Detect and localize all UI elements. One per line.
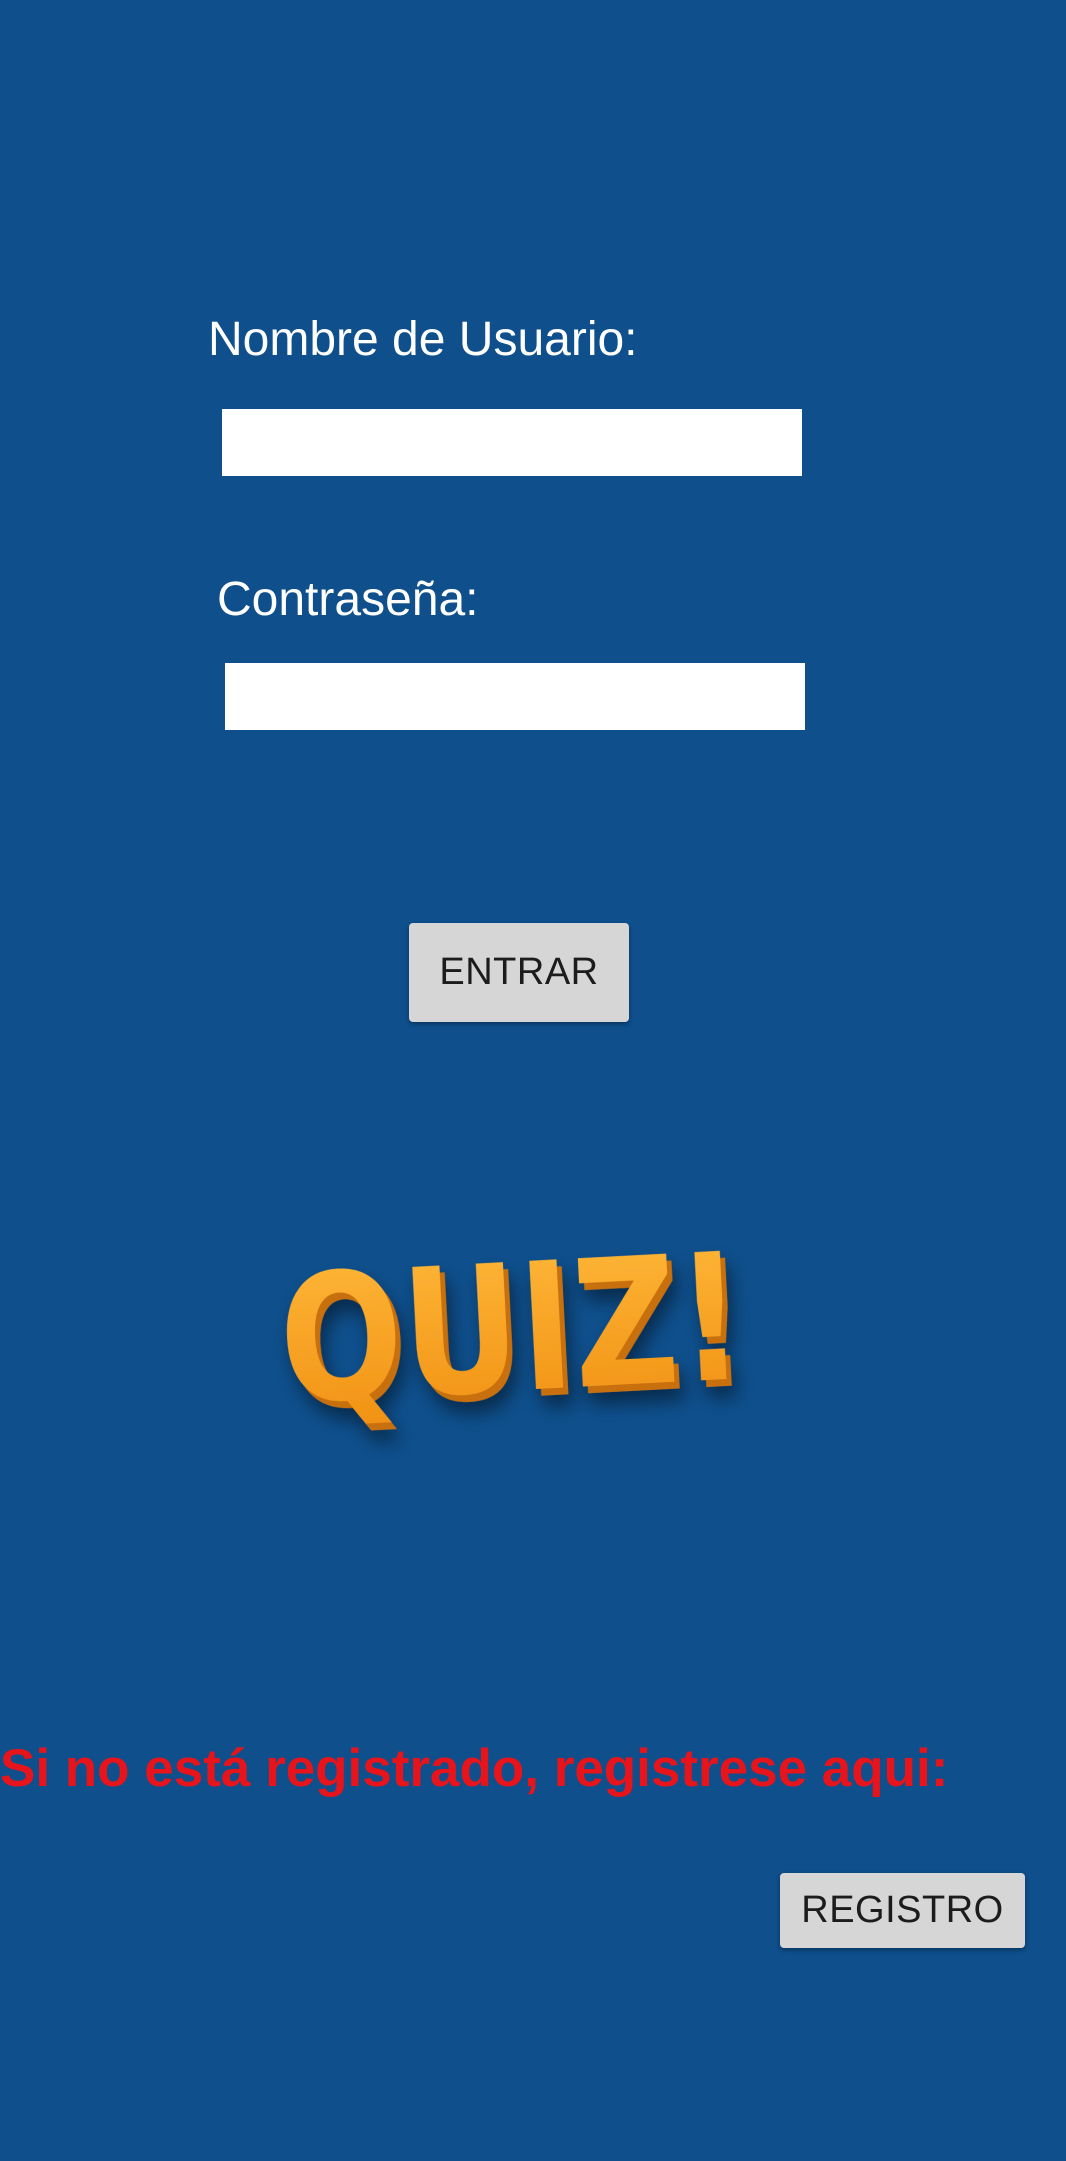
password-label: Contraseña: xyxy=(217,573,479,626)
register-prompt: Si no está registrado, registrese aqui: xyxy=(0,1739,949,1798)
quiz-logo-text: QUIZ! xyxy=(275,1215,749,1444)
password-input[interactable] xyxy=(225,663,805,730)
register-button[interactable]: REGISTRO xyxy=(780,1873,1025,1948)
enter-button[interactable]: ENTRAR xyxy=(409,923,629,1022)
username-input[interactable] xyxy=(222,409,802,476)
login-screen: Nombre de Usuario: Contraseña: ENTRAR QU… xyxy=(0,0,1066,2161)
username-label: Nombre de Usuario: xyxy=(208,313,638,366)
quiz-logo: QUIZ! QUIZ! xyxy=(275,1215,754,1450)
